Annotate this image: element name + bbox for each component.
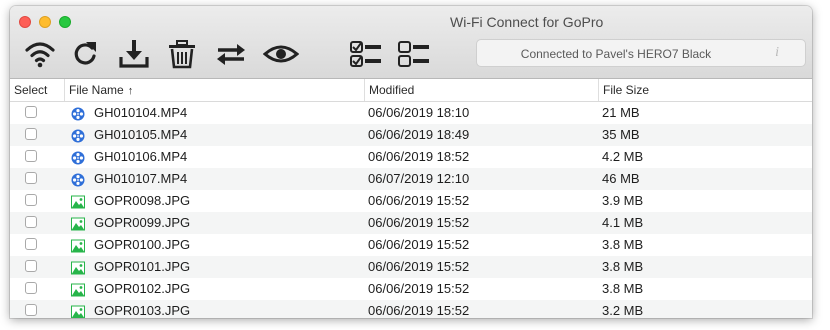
video-file-icon — [71, 150, 85, 165]
select-checkbox[interactable] — [25, 304, 37, 316]
table-row[interactable]: GOPR0099.JPG 06/06/2019 15:52 4.1 MB — [10, 212, 812, 234]
column-header-modified[interactable]: Modified — [364, 79, 598, 101]
table-row[interactable]: GOPR0102.JPG 06/06/2019 15:52 3.8 MB — [10, 278, 812, 300]
table-body: GH010104.MP4 06/06/2019 18:10 21 MB GH01010… — [10, 102, 812, 318]
table-row[interactable]: GOPR0103.JPG 06/06/2019 15:52 3.2 MB — [10, 300, 812, 318]
connection-status-text: Connected to Pavel's HERO7 Black — [520, 47, 712, 61]
select-checkbox[interactable] — [25, 128, 37, 140]
table-row[interactable]: GOPR0101.JPG 06/06/2019 15:52 3.8 MB — [10, 256, 812, 278]
image-file-icon — [71, 304, 85, 318]
table-row[interactable]: GH010105.MP4 06/06/2019 18:49 35 MB — [10, 124, 812, 146]
image-file-icon — [71, 238, 85, 253]
file-size-cell: 21 MB — [602, 105, 640, 120]
file-size-cell: 4.2 MB — [602, 149, 644, 164]
table-row[interactable]: GH010107.MP4 06/07/2019 12:10 46 MB — [10, 168, 812, 190]
download-icon — [119, 40, 149, 68]
image-file-icon — [71, 260, 85, 275]
select-checkbox[interactable] — [25, 172, 37, 184]
file-table: Select File Name ↑ Modified File Size GH0… — [10, 79, 812, 318]
file-size-cell: 46 MB — [602, 171, 640, 186]
trash-icon — [169, 40, 195, 69]
refresh-icon — [74, 42, 96, 65]
file-size-cell: 3.8 MB — [602, 281, 644, 296]
column-header-file-name[interactable]: File Name ↑ — [64, 79, 364, 101]
file-name-cell: GH010104.MP4 — [94, 105, 188, 120]
table-header: Select File Name ↑ Modified File Size — [10, 79, 812, 102]
sync-button[interactable] — [213, 37, 249, 71]
column-header-file-name-label: File Name — [69, 83, 124, 97]
modified-cell: 06/06/2019 18:10 — [368, 105, 470, 120]
delete-button[interactable] — [165, 37, 199, 71]
select-all-button[interactable] — [348, 37, 384, 71]
wifi-button[interactable] — [22, 37, 58, 71]
file-name-cell: GOPR0103.JPG — [94, 303, 191, 318]
modified-cell: 06/06/2019 15:52 — [368, 281, 470, 296]
modified-cell: 06/06/2019 15:52 — [368, 303, 470, 318]
deselect-all-button[interactable] — [396, 37, 432, 71]
image-file-icon — [71, 194, 85, 209]
image-file-icon — [71, 282, 85, 297]
column-header-file-size[interactable]: File Size — [598, 79, 812, 101]
connection-status-box: Connected to Pavel's HERO7 Black i — [476, 39, 806, 67]
file-size-cell: 35 MB — [602, 127, 640, 142]
app-window: Wi-Fi Connect for GoPro Connected to Pav… — [10, 6, 812, 318]
select-checkbox[interactable] — [25, 194, 37, 206]
modified-cell: 06/06/2019 15:52 — [368, 237, 470, 252]
video-file-icon — [71, 106, 85, 121]
modified-cell: 06/06/2019 15:52 — [368, 215, 470, 230]
sort-ascending-icon: ↑ — [127, 85, 134, 97]
select-checkbox[interactable] — [25, 238, 37, 250]
modified-cell: 06/06/2019 15:52 — [368, 193, 470, 208]
file-name-cell: GOPR0098.JPG — [94, 193, 191, 208]
modified-cell: 06/07/2019 12:10 — [368, 171, 470, 186]
window-title: Wi-Fi Connect for GoPro — [450, 14, 604, 30]
deselect-all-icon — [398, 41, 429, 67]
refresh-button[interactable] — [70, 37, 100, 71]
file-size-cell: 3.8 MB — [602, 237, 644, 252]
file-name-cell: GOPR0100.JPG — [94, 237, 191, 252]
modified-cell: 06/06/2019 15:52 — [368, 259, 470, 274]
select-checkbox[interactable] — [25, 150, 37, 162]
file-name-cell: GOPR0102.JPG — [94, 281, 191, 296]
select-checkbox[interactable] — [25, 106, 37, 118]
select-checkbox[interactable] — [25, 216, 37, 228]
file-size-cell: 3.9 MB — [602, 193, 644, 208]
select-all-icon — [350, 41, 381, 67]
sync-icon — [217, 44, 245, 65]
table-row[interactable]: GH010106.MP4 06/06/2019 18:52 4.2 MB — [10, 146, 812, 168]
file-name-cell: GH010106.MP4 — [94, 149, 188, 164]
file-size-cell: 3.2 MB — [602, 303, 644, 318]
title-bar: Wi-Fi Connect for GoPro Connected to Pav… — [10, 6, 812, 79]
file-name-cell: GH010105.MP4 — [94, 127, 188, 142]
file-name-cell: GOPR0099.JPG — [94, 215, 191, 230]
table-row[interactable]: GH010104.MP4 06/06/2019 18:10 21 MB — [10, 102, 812, 124]
modified-cell: 06/06/2019 18:52 — [368, 149, 470, 164]
modified-cell: 06/06/2019 18:49 — [368, 127, 470, 142]
table-row[interactable]: GOPR0098.JPG 06/06/2019 15:52 3.9 MB — [10, 190, 812, 212]
info-icon[interactable]: i — [775, 45, 779, 61]
column-header-select[interactable]: Select — [10, 79, 64, 101]
video-file-icon — [71, 128, 85, 143]
eye-icon — [263, 45, 299, 63]
wifi-icon — [25, 42, 55, 68]
video-file-icon — [71, 172, 85, 187]
select-checkbox[interactable] — [25, 282, 37, 294]
preview-button[interactable] — [262, 37, 300, 71]
image-file-icon — [71, 216, 85, 231]
file-name-cell: GH010107.MP4 — [94, 171, 188, 186]
file-size-cell: 3.8 MB — [602, 259, 644, 274]
table-row[interactable]: GOPR0100.JPG 06/06/2019 15:52 3.8 MB — [10, 234, 812, 256]
select-checkbox[interactable] — [25, 260, 37, 272]
download-button[interactable] — [116, 37, 152, 71]
file-size-cell: 4.1 MB — [602, 215, 644, 230]
file-name-cell: GOPR0101.JPG — [94, 259, 191, 274]
